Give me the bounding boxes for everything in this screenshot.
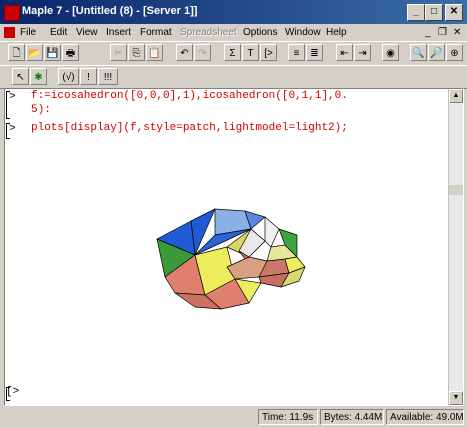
plot-face [264,216,280,248]
new-file-icon[interactable]: 🗋 [8,44,25,61]
doc-close-button[interactable]: ✕ [453,27,461,38]
menu-spreadsheet: Spreadsheet [180,27,237,38]
menu-insert[interactable]: Insert [106,27,131,38]
save-icon[interactable]: 💾 [44,44,61,61]
title-bar: Maple 7 - [Untitled (8) - [Server 1]] _ … [0,0,467,24]
input-line-3[interactable]: plots[display](f,style=patch,lightmodel=… [31,122,348,134]
input-prompt: > [9,123,16,135]
window-title: Maple 7 - [Untitled (8) - [Server 1]] [22,5,198,17]
close-button[interactable]: ✕ [445,4,463,21]
execute-all-icon[interactable]: !!! [98,68,118,85]
worksheet-area[interactable]: > f:=icosahedron([0,0,0],1),icosahedron(… [4,88,464,406]
status-available: Available: 49.0M [386,409,464,425]
menu-view[interactable]: View [76,27,98,38]
forward-icon[interactable]: ⇥ [354,44,371,61]
maple-app-icon[interactable] [4,5,20,21]
main-toolbar: 🗋 📂 💾 🖶 ✂ ⎘ 📋 ↶ ↷ Σ T [> ≡ ≣ ⇤ ⇥ ◉ 🔍 🔎 ⊕ [0,41,467,67]
zoom-in-icon[interactable]: 🔍 [410,44,427,61]
doc-minimize-button[interactable]: _ [425,27,431,38]
check-syntax-icon[interactable]: (√) [58,68,79,85]
text-icon[interactable]: T [242,44,259,61]
print-icon[interactable]: 🖶 [62,44,79,61]
undo-icon[interactable]: ↶ [176,44,193,61]
insert-section-icon[interactable]: ≣ [306,44,323,61]
doc-restore-button[interactable]: ❐ [438,27,447,38]
zoom-max-icon[interactable]: ⊕ [446,44,463,61]
menu-help[interactable]: Help [326,27,347,38]
status-time: Time: 11.9s [258,409,318,425]
open-file-icon[interactable]: 📂 [26,44,43,61]
stop-icon[interactable]: ◉ [382,44,399,61]
menu-window[interactable]: Window [285,27,321,38]
status-bar: Time: 11.9s Bytes: 4.44M Available: 49.0… [0,406,467,428]
vertical-scrollbar[interactable]: ▲ ▼ [448,89,463,405]
menu-bar: File Edit View Insert Format Spreadsheet… [0,24,467,41]
redo-icon[interactable]: ↷ [194,44,211,61]
math-input-icon[interactable]: [> [260,44,277,61]
document-icon[interactable] [4,27,15,38]
menu-format[interactable]: Format [140,27,172,38]
debug-icon[interactable]: ✱ [30,68,47,85]
scroll-down-arrow-icon[interactable]: ▼ [449,391,463,405]
input-prompt: > [9,91,16,103]
minimize-button[interactable]: _ [407,4,425,21]
back-icon[interactable]: ⇤ [336,44,353,61]
maximize-button[interactable]: □ [425,4,443,21]
cut-icon[interactable]: ✂ [110,44,127,61]
menu-options[interactable]: Options [243,27,277,38]
menu-edit[interactable]: Edit [50,27,67,38]
execute-icon[interactable]: ! [80,68,97,85]
menu-file[interactable]: File [20,27,36,38]
status-bytes: Bytes: 4.44M [320,409,384,425]
paste-icon[interactable]: 📋 [146,44,163,61]
arrow-left-icon[interactable]: ↖ [12,68,29,85]
sigma-icon[interactable]: Σ [224,44,241,61]
3d-plot[interactable] [155,207,315,311]
scroll-thumb[interactable] [449,185,463,195]
scroll-up-arrow-icon[interactable]: ▲ [449,89,463,103]
input-line-2[interactable]: 5): [31,104,51,116]
input-line-1[interactable]: f:=icosahedron([0,0,0],1),icosahedron([0… [31,90,348,102]
empty-prompt[interactable]: [> [6,386,19,398]
copy-icon[interactable]: ⎘ [128,44,145,61]
insert-group-icon[interactable]: ≡ [288,44,305,61]
context-toolbar: ↖ ✱ (√) ! !!! [0,65,467,89]
zoom-out-icon[interactable]: 🔎 [428,44,445,61]
